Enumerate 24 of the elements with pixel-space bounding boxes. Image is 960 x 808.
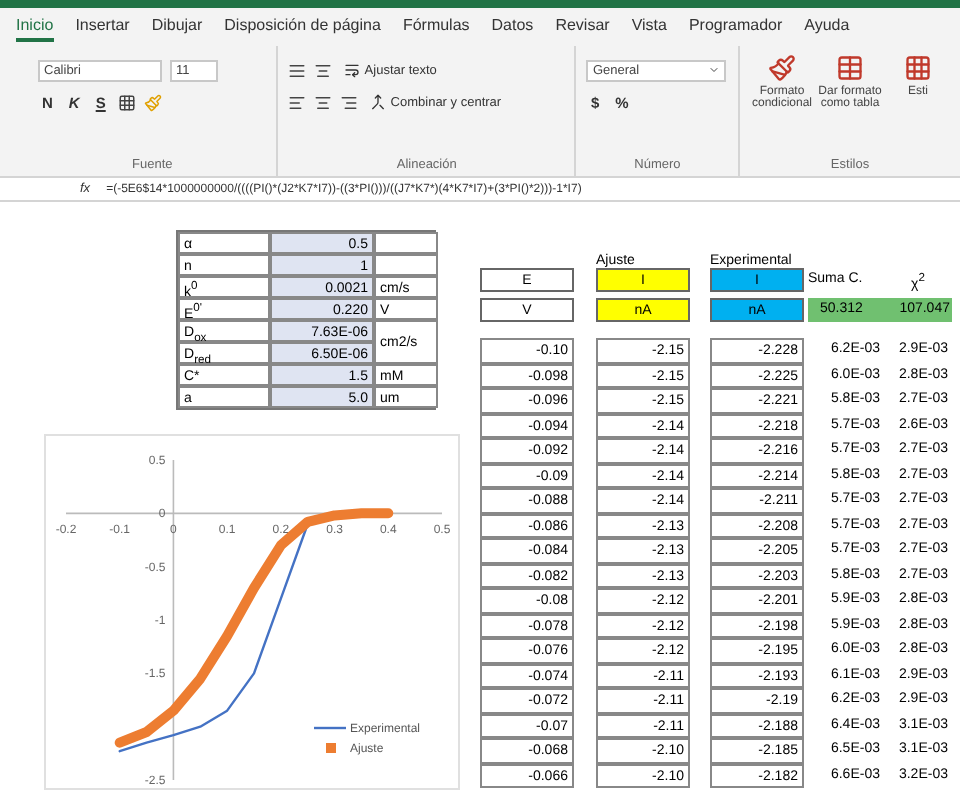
table-icon — [836, 54, 864, 82]
table-icon — [904, 54, 932, 82]
menu-tab[interactable]: Revisar — [555, 16, 610, 42]
menu-tab[interactable]: Insertar — [75, 16, 130, 42]
menu-tab[interactable]: Ayuda — [804, 16, 850, 42]
menu-tab[interactable]: Disposición de página — [224, 16, 381, 42]
menu-tab[interactable]: Inicio — [16, 16, 54, 42]
fill-color-icon[interactable] — [143, 93, 162, 111]
align-middle-icon[interactable] — [314, 61, 333, 79]
brush-icon — [768, 54, 796, 82]
legend-key-icon — [326, 743, 336, 753]
merge-icon — [370, 94, 387, 110]
menu-tab[interactable]: Vista — [631, 16, 667, 42]
menu-tab[interactable]: Fórmulas — [402, 16, 470, 42]
menu-tab[interactable]: Programador — [688, 16, 783, 42]
menu-tab[interactable]: Dibujar — [151, 16, 203, 42]
align-top-icon[interactable] — [288, 61, 307, 79]
align-left-icon[interactable] — [288, 93, 307, 111]
menu-tab[interactable]: Datos — [491, 16, 534, 42]
borders-icon[interactable] — [117, 93, 136, 111]
wrap-text-icon — [344, 62, 361, 78]
dropdown-caret-icon — [708, 64, 721, 76]
align-right-icon[interactable] — [340, 93, 359, 111]
align-center-icon[interactable] — [314, 93, 333, 111]
